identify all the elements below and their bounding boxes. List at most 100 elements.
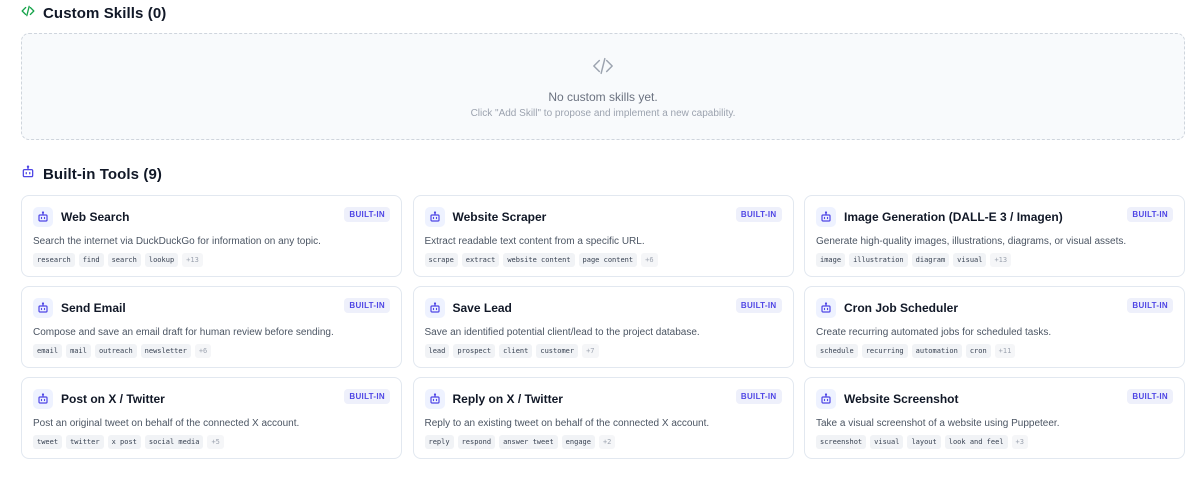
tag: x post xyxy=(107,435,141,449)
tool-description: Create recurring automated jobs for sche… xyxy=(816,327,1052,338)
tag: extract xyxy=(461,253,500,267)
tool-name: Post on X / Twitter xyxy=(61,392,165,406)
bot-icon xyxy=(33,207,53,227)
tag: reply xyxy=(424,435,454,449)
code-icon xyxy=(21,4,35,23)
tag: page content xyxy=(578,253,638,267)
tool-name: Image Generation (DALL-E 3 / Imagen) xyxy=(844,210,1063,224)
tool-card[interactable]: Website Screenshot BUILT-IN Take a visua… xyxy=(804,377,1185,459)
tag: image xyxy=(816,253,846,267)
tool-description: Extract readable text content from a spe… xyxy=(424,236,645,247)
tag: recurring xyxy=(861,344,908,358)
tool-tags: email mail outreach newsletter +6 xyxy=(33,344,390,358)
tool-card[interactable]: Send Email BUILT-IN Compose and save an … xyxy=(21,286,402,368)
tool-tags: tweet twitter x post social media +5 xyxy=(33,435,390,449)
more-tags-count: +3 xyxy=(1011,435,1028,449)
more-tags-count: +2 xyxy=(598,435,616,449)
empty-state-title: No custom skills yet. xyxy=(548,89,658,104)
tool-card[interactable]: Website Scraper BUILT-IN Extract readabl… xyxy=(412,195,794,277)
built-in-badge: BUILT-IN xyxy=(735,298,782,313)
tool-name: Reply on X / Twitter xyxy=(452,392,563,406)
bot-icon xyxy=(816,298,836,318)
tag: client xyxy=(499,344,533,358)
more-tags-count: +13 xyxy=(182,253,203,267)
tag: engage xyxy=(561,435,595,449)
built-in-badge: BUILT-IN xyxy=(1127,298,1173,313)
tool-description: Search the internet via DuckDuckGo for i… xyxy=(33,236,321,247)
tag: automation xyxy=(911,344,962,358)
built-in-badge: BUILT-IN xyxy=(1127,207,1173,222)
bot-icon xyxy=(21,165,35,184)
tool-name: Send Email xyxy=(61,301,126,315)
tag: layout xyxy=(907,435,941,449)
tag: answer tweet xyxy=(499,435,558,449)
tool-description: Save an identified potential client/lead… xyxy=(424,327,700,338)
more-tags-count: +13 xyxy=(990,253,1012,267)
tag: respond xyxy=(457,435,496,449)
custom-skills-empty-state: No custom skills yet. Click "Add Skill" … xyxy=(21,33,1185,140)
tag: mail xyxy=(66,344,91,358)
tool-description: Take a visual screenshot of a website us… xyxy=(816,418,1060,429)
tag: schedule xyxy=(816,344,858,358)
tag: cron xyxy=(965,344,991,358)
more-tags-count: +7 xyxy=(582,344,599,358)
bot-icon xyxy=(816,389,836,409)
tag: look and feel xyxy=(944,435,1008,449)
more-tags-count: +6 xyxy=(641,253,658,267)
more-tags-count: +6 xyxy=(194,344,212,358)
empty-state-hint: Click "Add Skill" to propose and impleme… xyxy=(470,107,736,119)
more-tags-count: +11 xyxy=(994,344,1016,358)
built-in-badge: BUILT-IN xyxy=(1127,389,1173,404)
built-in-badge: BUILT-IN xyxy=(344,298,390,313)
tag: tweet xyxy=(33,435,63,449)
tag: lead xyxy=(424,344,450,358)
builtin-tools-grid: Web Search BUILT-IN Search the internet … xyxy=(21,195,1185,459)
tool-name: Website Screenshot xyxy=(844,392,959,406)
tag: search xyxy=(107,253,141,267)
built-in-badge: BUILT-IN xyxy=(344,389,390,404)
tag: newsletter xyxy=(140,344,191,358)
tag: prospect xyxy=(453,344,496,358)
tool-name: Web Search xyxy=(61,210,130,224)
tool-name: Cron Job Scheduler xyxy=(844,301,959,315)
built-in-badge: BUILT-IN xyxy=(735,389,782,404)
tag: find xyxy=(78,253,104,267)
tag: screenshot xyxy=(816,435,867,449)
tool-tags: reply respond answer tweet engage +2 xyxy=(424,435,782,449)
bot-icon xyxy=(33,389,53,409)
tag: twitter xyxy=(66,435,104,449)
builtin-tools-title: Built-in Tools (9) xyxy=(43,166,163,183)
built-in-badge: BUILT-IN xyxy=(344,207,390,222)
tag: website content xyxy=(503,253,575,267)
tag: customer xyxy=(536,344,579,358)
tag: diagram xyxy=(911,253,950,267)
bot-icon xyxy=(816,207,836,227)
bot-icon xyxy=(424,207,445,227)
tool-name: Website Scraper xyxy=(452,210,547,224)
builtin-tools-header: Built-in Tools (9) xyxy=(21,165,162,184)
tool-card[interactable]: Cron Job Scheduler BUILT-IN Create recur… xyxy=(804,286,1185,368)
tool-description: Post an original tweet on behalf of the … xyxy=(33,418,300,429)
tool-tags: research find search lookup +13 xyxy=(33,253,390,267)
bot-icon xyxy=(424,298,445,318)
bot-icon xyxy=(424,389,445,409)
tool-card[interactable]: Image Generation (DALL-E 3 / Imagen) BUI… xyxy=(804,195,1185,277)
code-icon xyxy=(592,55,614,82)
custom-skills-header: Custom Skills (0) xyxy=(21,4,166,23)
tool-description: Reply to an existing tweet on behalf of … xyxy=(424,418,710,429)
tool-tags: image illustration diagram visual +13 xyxy=(816,253,1173,267)
tag: research xyxy=(33,253,75,267)
tool-card[interactable]: Web Search BUILT-IN Search the internet … xyxy=(21,195,402,277)
built-in-badge: BUILT-IN xyxy=(735,207,782,222)
tool-tags: lead prospect client customer +7 xyxy=(424,344,782,358)
tool-tags: schedule recurring automation cron +11 xyxy=(816,344,1173,358)
tag: email xyxy=(33,344,63,358)
tool-tags: screenshot visual layout look and feel +3 xyxy=(816,435,1173,449)
bot-icon xyxy=(33,298,53,318)
tag: illustration xyxy=(849,253,908,267)
tool-card[interactable]: Reply on X / Twitter BUILT-IN Reply to a… xyxy=(412,377,794,459)
tag: visual xyxy=(953,253,987,267)
tool-card[interactable]: Save Lead BUILT-IN Save an identified po… xyxy=(412,286,794,368)
tag: scrape xyxy=(424,253,458,267)
tool-card[interactable]: Post on X / Twitter BUILT-IN Post an ori… xyxy=(21,377,402,459)
